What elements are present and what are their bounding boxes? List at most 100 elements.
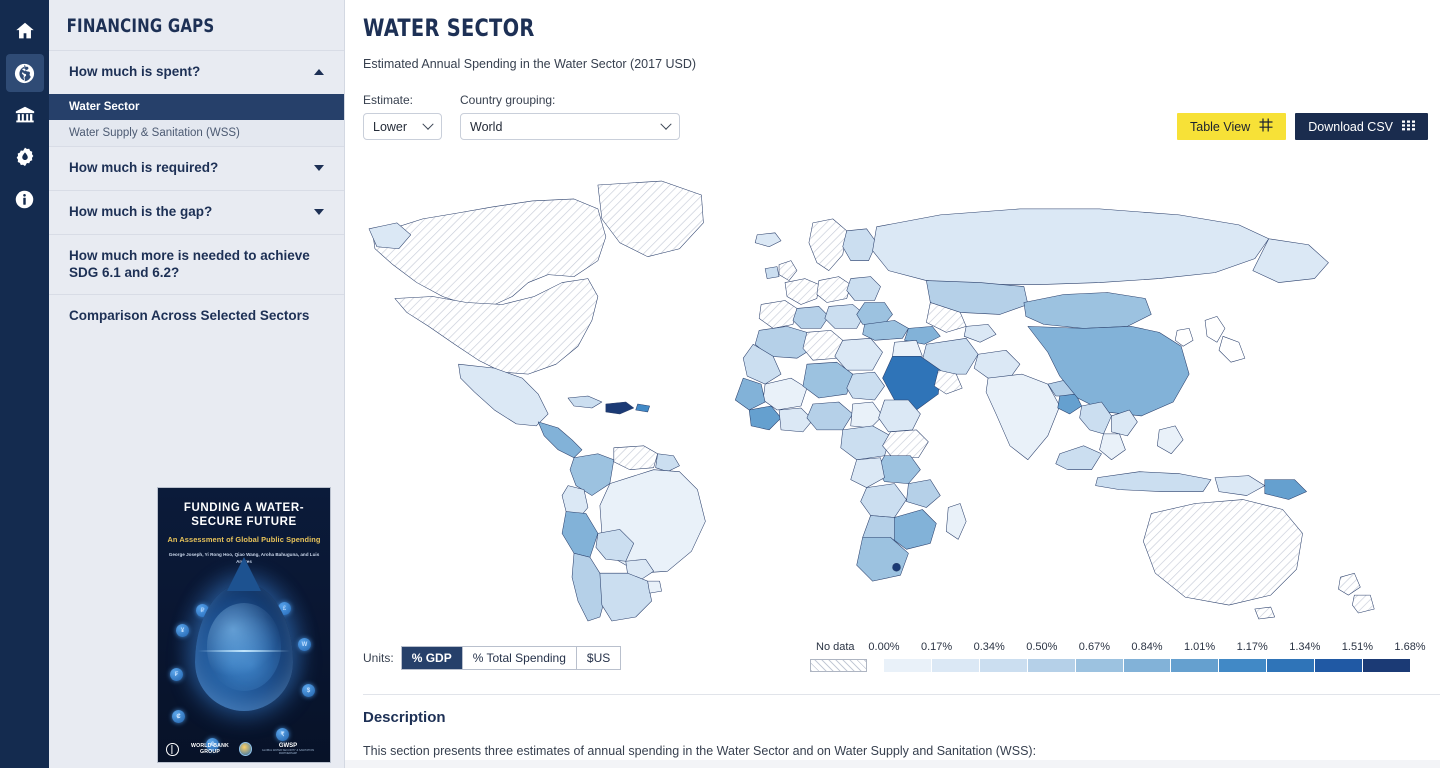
- color-scale-step: [1123, 659, 1172, 672]
- color-scale-step: [1267, 659, 1316, 672]
- scale-tick-label: 1.01%: [1183, 641, 1216, 653]
- scale-tick-label: 0.34%: [973, 641, 1005, 653]
- scale-tick-labels: 0.00% 0.17% 0.34% 0.50% 0.67% 0.84% 1.01% 1.17%…: [810, 641, 1428, 657]
- sidebar-title: FINANCING GAPS: [66, 15, 215, 37]
- sidebar-item-label: Water Supply & Sanitation (WSS): [69, 126, 240, 139]
- rail-item-home[interactable]: [6, 12, 44, 50]
- main-content: WATER SECTOR Estimated Annual Spending i…: [345, 0, 1440, 768]
- action-buttons: Table View Download CSV: [1177, 113, 1428, 140]
- sidebar-group-label: How much more is needed to achieve SDG 6…: [69, 247, 310, 280]
- cover-title: FUNDING A WATER-SECURE FUTURE: [183, 502, 305, 529]
- report-cover-art: FUNDING A WATER-SECURE FUTURE An Assessm…: [157, 487, 331, 763]
- globe-graphic: [206, 603, 282, 691]
- sidebar-item-water-sector[interactable]: Water Sector: [49, 93, 344, 120]
- units-segmented-control[interactable]: % GDP % Total Spending $US: [400, 646, 622, 670]
- chevron-down-icon: [422, 118, 434, 130]
- description-paragraph: This section presents three estimates of…: [363, 744, 1037, 758]
- table-view-button[interactable]: Table View: [1177, 113, 1287, 140]
- water-gear-icon: [14, 146, 36, 168]
- description-heading: Description: [363, 709, 446, 726]
- color-scale-step: [1363, 659, 1410, 672]
- globe-icon: [13, 62, 36, 85]
- scale-tick-label: 1.51%: [1341, 641, 1373, 653]
- sidebar-group-how-much-is-spent[interactable]: How much is spent?: [49, 50, 344, 94]
- sidebar-group-label: How much is spent?: [69, 64, 201, 79]
- page-subtitle: Estimated Annual Spending in the Water S…: [363, 57, 697, 71]
- controls-bar: Estimate: Lower Country grouping: World …: [363, 93, 1428, 140]
- sidebar-group-label: How much is required?: [69, 159, 219, 175]
- color-scale-bar: [884, 659, 1410, 672]
- world-bank-logo: WORLD BANK GROUP: [166, 742, 239, 756]
- table-grid-icon: [1402, 120, 1415, 134]
- chevron-up-icon: [314, 69, 324, 76]
- currency-coin-icon: W: [298, 638, 311, 651]
- grid-icon: [1259, 118, 1273, 135]
- sidebar-group-label: How much is the gap?: [69, 203, 213, 219]
- no-data-swatch: [810, 659, 867, 672]
- country-grouping-control: Country grouping: World: [460, 93, 680, 140]
- cover-logos: WORLD BANK GROUP GWSP GLOBAL WATER SECUR…: [158, 742, 330, 756]
- world-map-svg[interactable]: [363, 178, 1428, 628]
- currency-coin-icon: ¥: [176, 624, 189, 637]
- rail-item-institution[interactable]: [6, 96, 44, 134]
- rail-item-info[interactable]: [6, 180, 44, 218]
- sidebar-item-label: Water Sector: [69, 100, 140, 113]
- currency-coin-icon: ₣: [170, 668, 183, 681]
- currency-coin-icon: ₹: [276, 728, 289, 741]
- sidebar-group-how-much-is-required[interactable]: How much is required?: [49, 145, 344, 190]
- scale-tick-label: 1.17%: [1236, 641, 1268, 653]
- units-label: Units:: [363, 651, 394, 665]
- units-option-label: % Total Spending: [472, 651, 566, 665]
- sidebar-group-comparison[interactable]: Comparison Across Selected Sectors: [49, 294, 344, 338]
- sidebar-group-label: Comparison Across Selected Sectors: [69, 308, 310, 324]
- section-divider: [363, 694, 1440, 695]
- gwsp-logo: GWSP GLOBAL WATER SECURITY & SANITATION …: [238, 742, 323, 756]
- color-scale-step: [979, 659, 1028, 672]
- gwsp-sublabel: GLOBAL WATER SECURITY & SANITATION PARTN…: [261, 748, 315, 755]
- units-option-usd[interactable]: $US: [576, 647, 621, 669]
- sidebar: FINANCING GAPS How much is spent? Water …: [49, 0, 345, 768]
- chevron-down-icon: [314, 209, 324, 216]
- color-scale-step: [1027, 659, 1076, 672]
- units-option-label: $US: [586, 651, 611, 665]
- color-scale-step: [931, 659, 980, 672]
- cover-subtitle: An Assessment of Global Public Spending: [167, 534, 321, 544]
- estimate-control: Estimate: Lower: [363, 93, 442, 140]
- chevron-down-icon: [314, 165, 324, 172]
- gwsp-mark-icon: [238, 742, 252, 756]
- color-scale-step: [884, 659, 932, 672]
- sidebar-item-wss[interactable]: Water Supply & Sanitation (WSS): [49, 119, 344, 146]
- app-root: FINANCING GAPS How much is spent? Water …: [0, 0, 1440, 768]
- download-csv-button[interactable]: Download CSV: [1295, 113, 1428, 140]
- estimate-select-value: Lower: [373, 119, 408, 134]
- estimate-select[interactable]: Lower: [363, 113, 442, 140]
- info-icon: [14, 189, 35, 210]
- world-bank-mark-icon: [166, 742, 179, 756]
- country-grouping-label: Country grouping:: [460, 93, 556, 107]
- home-icon: [14, 20, 36, 42]
- scale-tick-label: 1.34%: [1289, 641, 1321, 653]
- world-bank-label: WORLD BANK GROUP: [190, 743, 230, 755]
- scale-tick-label: 0.84%: [1131, 641, 1163, 653]
- currency-coin-icon: $: [302, 684, 315, 697]
- country-grouping-select[interactable]: World: [460, 113, 680, 140]
- units-option-gdp[interactable]: % GDP: [401, 647, 463, 669]
- color-scale-legend: No data 0.00% 0.17% 0.34% 0.50% 0.67% 0.84% 1.…: [810, 641, 1428, 672]
- country-grouping-select-value: World: [470, 119, 503, 134]
- institution-icon: [14, 104, 36, 126]
- rail-item-globe[interactable]: [5, 54, 44, 92]
- legend-row: Units: % GDP % Total Spending $US No dat…: [363, 641, 1428, 675]
- scale-tick-label: 0.67%: [1078, 641, 1110, 653]
- icon-rail: [0, 0, 49, 768]
- units-control: Units: % GDP % Total Spending $US: [363, 646, 622, 670]
- report-cover[interactable]: FUNDING A WATER-SECURE FUTURE An Assessm…: [157, 487, 331, 763]
- rail-item-water-gear[interactable]: [6, 138, 44, 176]
- choropleth-world-map[interactable]: [363, 178, 1428, 628]
- sidebar-group-how-much-is-the-gap[interactable]: How much is the gap?: [49, 189, 344, 234]
- page-bottom-edge: [345, 760, 1440, 768]
- color-scale-step: [1171, 659, 1220, 672]
- water-line-graphic: [197, 649, 291, 652]
- sidebar-group-sdg[interactable]: How much more is needed to achieve SDG 6…: [49, 233, 344, 295]
- units-option-total-spending[interactable]: % Total Spending: [462, 647, 577, 669]
- currency-coin-icon: ₡: [172, 710, 185, 723]
